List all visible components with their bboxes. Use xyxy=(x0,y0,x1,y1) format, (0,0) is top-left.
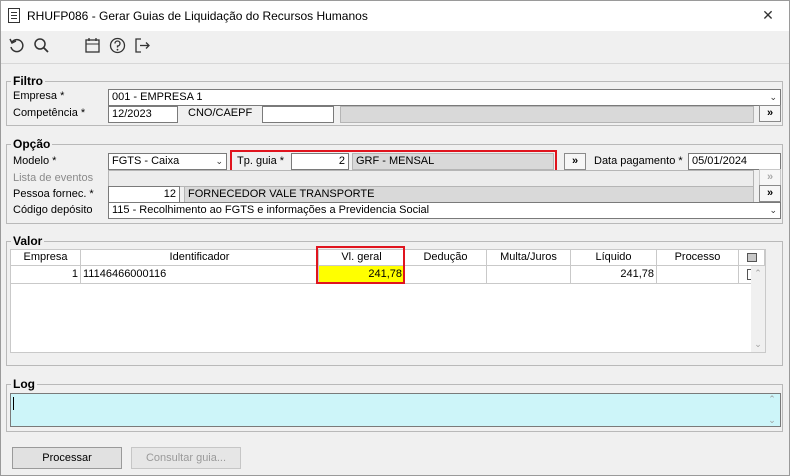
competencia-field[interactable]: 12/2023 xyxy=(108,106,178,123)
cno-description xyxy=(340,106,754,123)
scroll-up-icon[interactable]: ⌃ xyxy=(751,268,765,279)
opcao-legend: Opção xyxy=(11,137,53,151)
col-deducao-header[interactable]: Dedução xyxy=(405,250,487,266)
log-legend: Log xyxy=(11,377,37,391)
competencia-label: Competência * xyxy=(13,107,86,119)
lista-eventos-lookup-button: » xyxy=(759,169,781,186)
scroll-down-icon[interactable]: ⌄ xyxy=(751,339,765,350)
scroll-down-icon[interactable]: ⌄ xyxy=(765,415,779,426)
empresa-value: 001 - EMPRESA 1 xyxy=(112,91,203,103)
deposito-value: 115 - Recolhimento ao FGTS e informações… xyxy=(112,204,430,216)
calendar-icon[interactable] xyxy=(82,35,102,55)
undo-icon[interactable] xyxy=(6,35,26,55)
cell-identificador[interactable]: 11146466000116 xyxy=(81,266,319,284)
col-empresa-header[interactable]: Empresa xyxy=(11,250,81,266)
text-cursor xyxy=(13,397,14,410)
filtro-legend: Filtro xyxy=(11,74,45,88)
main-window: RHUFP086 - Gerar Guias de Liquidação do … xyxy=(0,0,790,476)
log-scrollbar[interactable]: ⌃ ⌄ xyxy=(765,394,779,426)
chevron-down-icon: ⌄ xyxy=(769,92,777,102)
cell-liquido[interactable]: 241,78 xyxy=(571,266,657,284)
lista-eventos-label: Lista de eventos xyxy=(13,172,94,184)
modelo-label: Modelo * xyxy=(13,155,57,167)
col-processo-header[interactable]: Processo xyxy=(657,250,739,266)
lista-eventos-field xyxy=(108,170,754,187)
deposito-select[interactable]: 115 - Recolhimento ao FGTS e informações… xyxy=(108,202,781,219)
toolbar-divider xyxy=(1,63,789,64)
cno-label: CNO/CAEPF xyxy=(188,107,253,119)
pessoa-lookup-button[interactable]: » xyxy=(759,185,781,202)
valor-legend: Valor xyxy=(11,234,45,248)
pessoa-label: Pessoa fornec. * xyxy=(13,188,94,200)
search-icon[interactable] xyxy=(31,35,51,55)
exit-icon[interactable] xyxy=(132,35,152,55)
cell-multa[interactable] xyxy=(487,266,571,284)
pessoa-description: FORNECEDOR VALE TRANSPORTE xyxy=(184,186,754,203)
col-multa-header[interactable]: Multa/Juros xyxy=(487,250,571,266)
close-button[interactable]: ✕ xyxy=(755,6,781,24)
checkbox-icon xyxy=(746,253,757,262)
log-textarea[interactable] xyxy=(10,393,781,427)
col-identificador-header[interactable]: Identificador xyxy=(81,250,319,266)
cell-empresa[interactable]: 1 xyxy=(11,266,81,284)
data-pagamento-label: Data pagamento * xyxy=(594,155,683,167)
data-pagamento-field[interactable]: 05/01/2024 xyxy=(688,153,781,170)
consultar-guia-button: Consultar guia... xyxy=(131,447,241,469)
cno-field[interactable] xyxy=(262,106,334,123)
processar-button[interactable]: Processar xyxy=(12,447,122,469)
chevron-down-icon: ⌄ xyxy=(215,156,223,166)
pessoa-code-field[interactable]: 12 xyxy=(108,186,180,203)
table-scrollbar[interactable]: ⌃ ⌄ xyxy=(751,266,765,352)
empresa-label: Empresa * xyxy=(13,90,65,102)
modelo-value: FGTS - Caixa xyxy=(112,155,180,167)
tpguia-lookup-button[interactable]: » xyxy=(564,153,586,170)
cell-processo[interactable] xyxy=(657,266,739,284)
toolbar xyxy=(1,31,789,59)
document-icon xyxy=(8,8,20,23)
cno-lookup-button[interactable]: » xyxy=(759,105,781,122)
help-icon[interactable] xyxy=(107,35,127,55)
tpguia-highlight xyxy=(230,150,557,172)
scroll-up-icon[interactable]: ⌃ xyxy=(765,394,779,405)
empresa-select[interactable]: 001 - EMPRESA 1 ⌄ xyxy=(108,89,781,106)
vlgeral-highlight xyxy=(316,246,405,284)
select-all-header[interactable] xyxy=(739,250,765,266)
window-title: RHUFP086 - Gerar Guias de Liquidação do … xyxy=(27,9,368,23)
title-bar: RHUFP086 - Gerar Guias de Liquidação do … xyxy=(1,1,789,31)
deposito-label: Código depósito xyxy=(13,204,93,216)
cell-deducao[interactable] xyxy=(405,266,487,284)
col-liquido-header[interactable]: Líquido xyxy=(571,250,657,266)
chevron-down-icon: ⌄ xyxy=(769,205,777,215)
modelo-select[interactable]: FGTS - Caixa ⌄ xyxy=(108,153,227,170)
